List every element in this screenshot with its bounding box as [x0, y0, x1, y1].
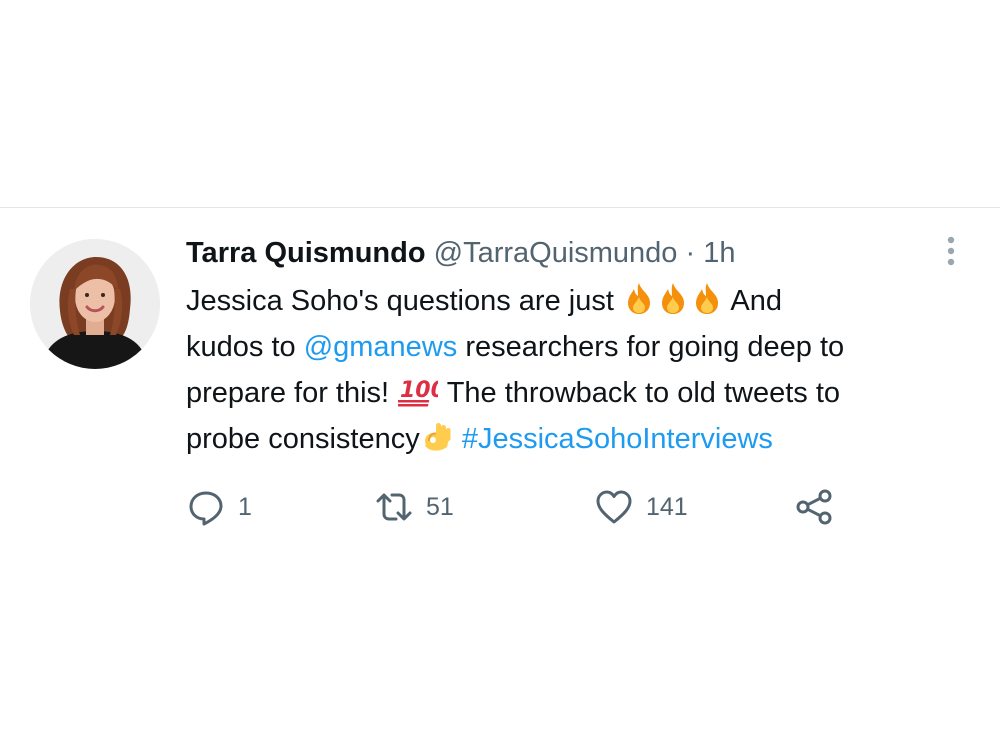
tweet-text-segment: And: [730, 285, 783, 317]
fire-emoji: [623, 281, 655, 329]
tweet-text-line: Jessica Soho's questions are just And: [186, 278, 976, 324]
fire-emoji: [691, 281, 723, 329]
like-button[interactable]: 141: [594, 485, 688, 529]
heart-icon: [594, 487, 634, 527]
tweet-text-line: prepare for this! 100 The throwback to o…: [186, 370, 976, 416]
tweet-header: Tarra Quismundo @TarraQuismundo · 1h: [186, 233, 736, 273]
ok-hand-emoji: [421, 419, 453, 467]
like-count: 141: [646, 492, 688, 521]
tweet-text: Jessica Soho's questions are just And ku…: [186, 278, 976, 462]
tweet-timestamp[interactable]: 1h: [703, 237, 735, 269]
tweet-text-segment: Jessica Soho's questions are just: [186, 285, 614, 317]
tweet-divider: [0, 207, 1000, 208]
share-button[interactable]: [794, 485, 834, 529]
tweet-text-segment: The throwback to old tweets to: [446, 377, 841, 409]
more-options-button[interactable]: [938, 234, 964, 268]
hundred-points-emoji: 100: [394, 373, 446, 421]
retweet-icon: [374, 487, 414, 527]
retweet-count: 51: [426, 492, 454, 521]
avatar-photo: [30, 239, 160, 369]
hashtag-link[interactable]: #JessicaSohoInterviews: [462, 423, 773, 455]
tweet-actions: 1 51 141: [186, 485, 866, 529]
tweet-text-segment: probe consistency: [186, 423, 420, 455]
mention-link[interactable]: @gmanews: [304, 331, 458, 363]
svg-text:100: 100: [400, 378, 438, 403]
separator-dot: ·: [685, 237, 696, 269]
reply-button[interactable]: 1: [186, 485, 252, 529]
tweet-text-segment: kudos to: [186, 331, 296, 363]
retweet-button[interactable]: 51: [374, 485, 454, 529]
avatar[interactable]: [30, 239, 160, 369]
author-handle[interactable]: @TarraQuismundo: [434, 237, 678, 269]
author-display-name[interactable]: Tarra Quismundo: [186, 237, 426, 269]
more-options-icon: [947, 236, 955, 266]
reply-count: 1: [238, 492, 252, 521]
tweet-text-segment: prepare for this!: [186, 377, 390, 409]
tweet-text-segment: researchers for going deep to: [465, 331, 845, 363]
share-icon: [794, 487, 834, 527]
reply-icon: [186, 487, 226, 527]
fire-emoji: [657, 281, 689, 329]
tweet-text-line: kudos to @gmanews researchers for going …: [186, 324, 976, 370]
tweet-text-line: probe consistency #JessicaSohoInterviews: [186, 416, 976, 462]
